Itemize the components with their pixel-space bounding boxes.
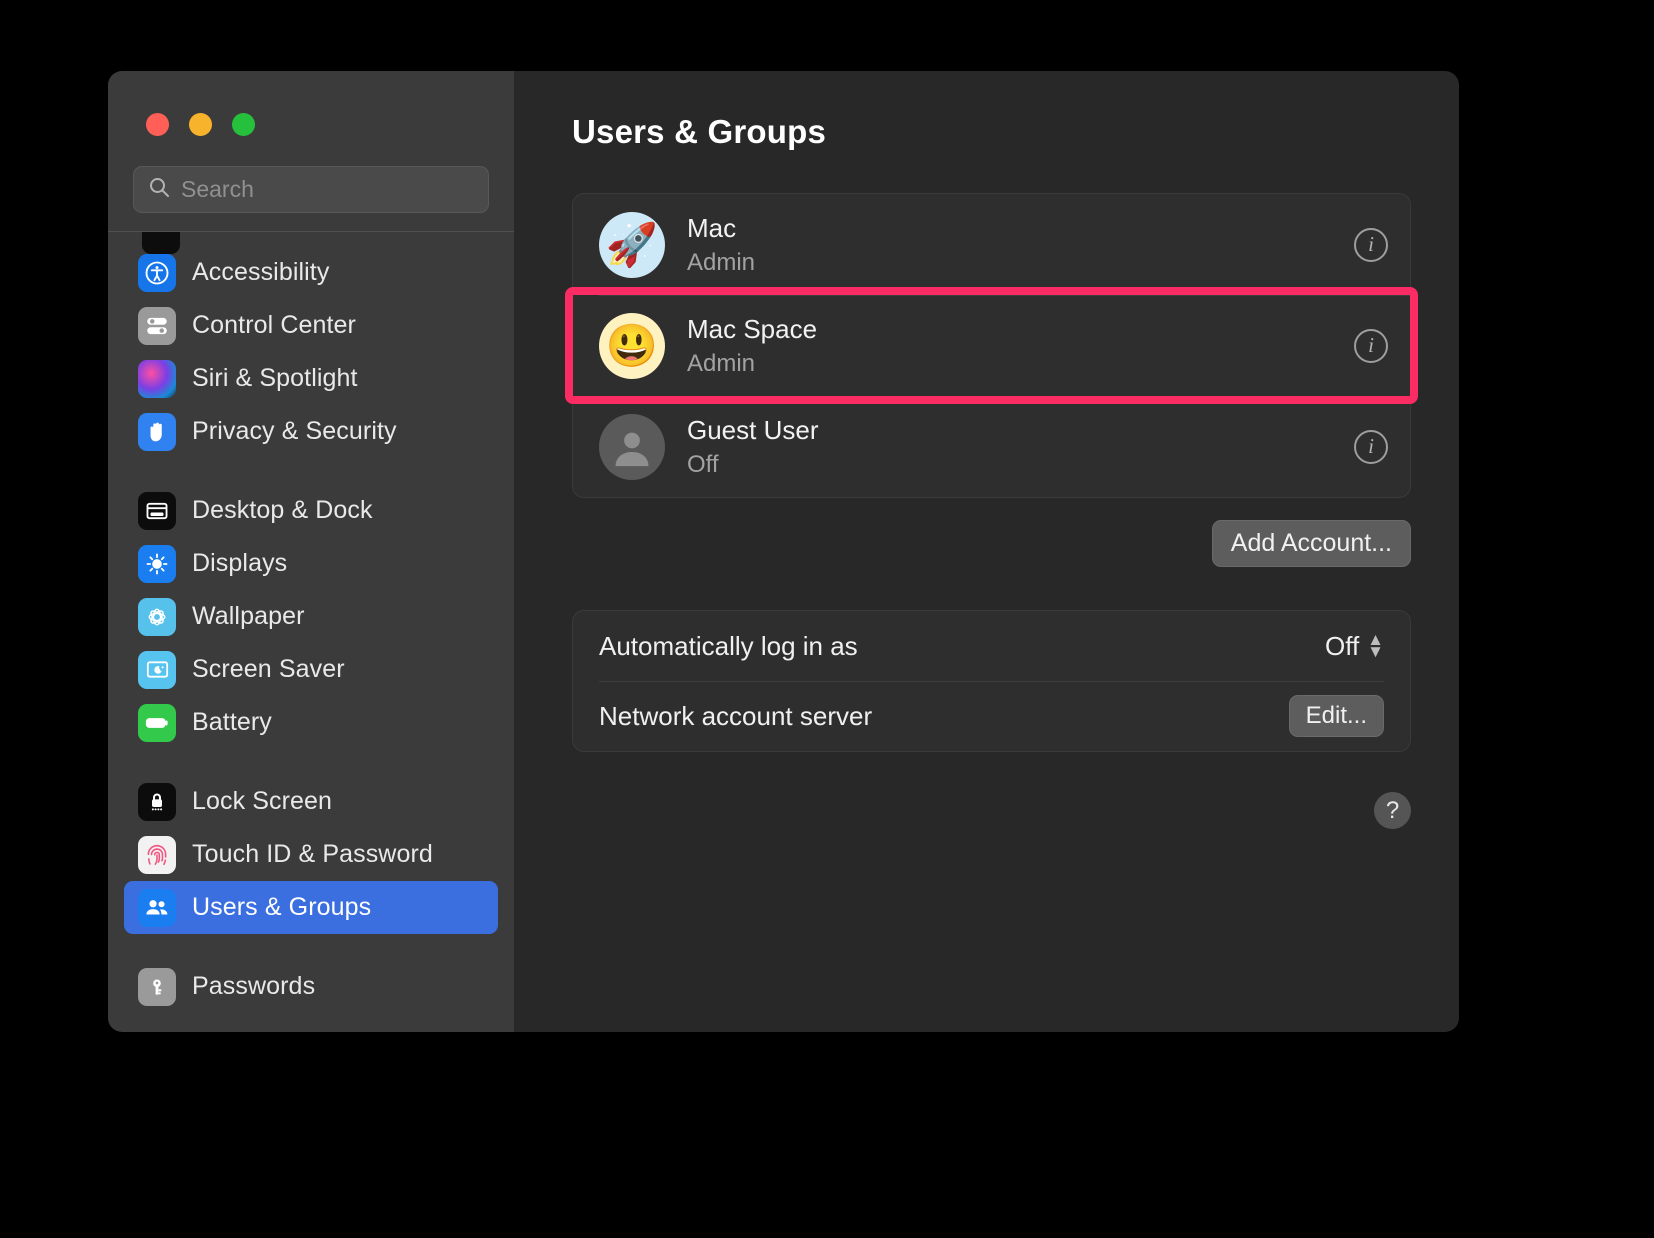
sidebar-item-label: Displays — [192, 549, 288, 577]
sidebar-item-lock-screen[interactable]: Lock Screen — [124, 775, 498, 828]
auto-login-label: Automatically log in as — [599, 630, 858, 661]
sidebar: Accessibility Control Center — [108, 71, 514, 1032]
traffic-light-controls — [108, 71, 514, 136]
sidebar-item-displays[interactable]: Displays — [124, 537, 498, 590]
info-icon[interactable]: i — [1354, 227, 1388, 262]
desktop-dock-icon — [138, 491, 176, 530]
fingerprint-icon — [138, 835, 176, 874]
displays-sun-icon — [138, 544, 176, 583]
user-text: Mac Space Admin — [687, 314, 1332, 378]
battery-icon — [138, 703, 176, 742]
sidebar-item-passwords[interactable]: Passwords — [124, 960, 498, 1013]
rocket-avatar: 🚀 — [599, 211, 665, 278]
search-input[interactable] — [181, 176, 475, 203]
sidebar-group-separator — [124, 458, 498, 484]
sidebar-item-label: Users & Groups — [192, 893, 372, 921]
sidebar-item-users-groups[interactable]: Users & Groups — [124, 881, 498, 934]
accessibility-icon — [138, 253, 176, 292]
sidebar-item-label: Wallpaper — [192, 602, 305, 630]
sidebar-item-label: Touch ID & Password — [192, 840, 433, 868]
sidebar-group-2: Desktop & Dock Displays Wallpaper Screen… — [124, 484, 498, 749]
user-text: Mac Admin — [687, 213, 1332, 277]
sidebar-item-battery[interactable]: Battery — [124, 696, 498, 749]
add-account-button[interactable]: Add Account... — [1211, 520, 1411, 567]
info-icon[interactable]: i — [1354, 328, 1388, 363]
user-role: Admin — [687, 349, 756, 377]
users-list-card: 🚀 Mac Admin i 😃 Mac Space Admin i Guest … — [572, 193, 1411, 498]
chevron-updown-icon: ▲ ▼ — [1367, 629, 1384, 661]
sidebar-item-label: Lock Screen — [192, 787, 333, 815]
sidebar-nav[interactable]: Accessibility Control Center Siri & Spot… — [108, 232, 514, 1032]
sidebar-item-desktop-dock[interactable]: Desktop & Dock — [124, 484, 498, 537]
table-row[interactable]: 🚀 Mac Admin i — [573, 194, 1410, 295]
sidebar-item-label: Privacy & Security — [192, 417, 397, 445]
sidebar-item-label: Desktop & Dock — [192, 496, 373, 524]
info-icon[interactable]: i — [1354, 429, 1388, 464]
auto-login-value: Off — [1324, 630, 1360, 661]
lock-icon — [138, 782, 176, 821]
users-icon — [138, 888, 176, 927]
system-settings-window: Accessibility Control Center — [108, 71, 1459, 1032]
auto-login-row: Automatically log in as Off ▲ ▼ — [573, 611, 1410, 681]
sidebar-item-privacy-security[interactable]: Privacy & Security — [124, 405, 498, 458]
search-container — [108, 136, 514, 213]
user-name: Guest User — [687, 414, 819, 445]
help-icon[interactable]: ? — [1374, 792, 1411, 829]
user-role: Admin — [687, 248, 756, 276]
sidebar-item-label: Control Center — [192, 311, 356, 339]
minimize-button-icon[interactable] — [189, 113, 212, 136]
sidebar-group-4: Passwords — [124, 960, 498, 1013]
actions-row: Add Account... — [572, 520, 1411, 567]
sidebar-item-touch-id-password[interactable]: Touch ID & Password — [124, 828, 498, 881]
user-role: Off — [687, 450, 719, 478]
close-button-icon[interactable] — [146, 113, 169, 136]
sidebar-item-label: Siri & Spotlight — [192, 364, 358, 392]
sidebar-group-separator — [124, 934, 498, 960]
user-name: Mac Space — [687, 313, 818, 344]
guest-avatar — [599, 413, 665, 480]
sidebar-item-accessibility[interactable]: Accessibility — [124, 246, 498, 299]
sidebar-group-3: Lock Screen Touch ID & Password Users & … — [124, 775, 498, 934]
sidebar-item-label: Screen Saver — [192, 655, 345, 683]
key-icon — [138, 967, 176, 1006]
search-box[interactable] — [133, 166, 489, 213]
sidebar-item-label: Accessibility — [192, 258, 330, 286]
sidebar-item-screen-saver[interactable]: Screen Saver — [124, 643, 498, 696]
login-settings-card: Automatically log in as Off ▲ ▼ Network a… — [572, 610, 1411, 752]
control-center-icon — [138, 306, 176, 345]
auto-login-popup[interactable]: Off ▲ ▼ — [1325, 631, 1384, 662]
detail-pane: Users & Groups 🚀 Mac Admin i 😃 Mac Space… — [514, 71, 1459, 1032]
sidebar-item-label: Battery — [192, 708, 272, 736]
sidebar-group-1: Accessibility Control Center Siri & Spot… — [124, 232, 498, 458]
sidebar-item-wallpaper[interactable]: Wallpaper — [124, 590, 498, 643]
sidebar-item-label: Passwords — [192, 972, 316, 1000]
user-name: Mac — [687, 212, 737, 243]
table-row[interactable]: Guest User Off i — [573, 396, 1410, 497]
privacy-hand-icon — [138, 412, 176, 451]
page-title: Users & Groups — [572, 113, 827, 150]
search-icon — [147, 175, 171, 204]
sidebar-item-control-center[interactable]: Control Center — [124, 299, 498, 352]
screensaver-icon — [138, 650, 176, 689]
wallpaper-icon — [138, 597, 176, 636]
network-account-server-row: Network account server Edit... — [573, 681, 1410, 751]
network-account-server-label: Network account server — [599, 700, 873, 731]
edit-button[interactable]: Edit... — [1288, 695, 1384, 737]
zoom-button-icon[interactable] — [232, 113, 255, 136]
table-row[interactable]: 😃 Mac Space Admin i — [573, 295, 1410, 396]
sidebar-group-separator — [124, 749, 498, 775]
smiley-avatar: 😃 — [599, 312, 665, 379]
help-row: ? — [572, 792, 1411, 829]
sidebar-item-siri-spotlight[interactable]: Siri & Spotlight — [124, 352, 498, 405]
scrolled-item-peek-icon — [142, 232, 180, 254]
siri-icon — [138, 359, 176, 398]
user-text: Guest User Off — [687, 415, 1332, 479]
